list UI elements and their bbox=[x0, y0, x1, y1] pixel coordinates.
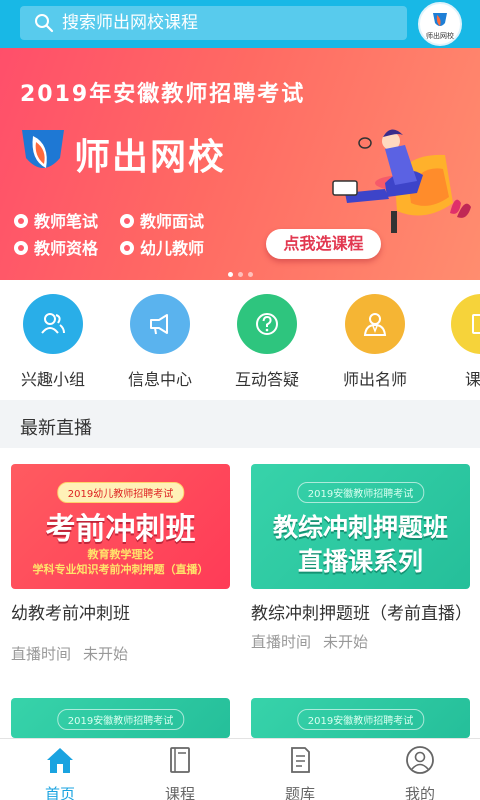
course-thumbnail: 2019安徽教师招聘考试 bbox=[11, 698, 230, 738]
category-label: 互动答疑 bbox=[234, 370, 299, 389]
banner-brand: 师出网校 bbox=[74, 137, 227, 178]
course-thumbnail: 2019幼儿教师招聘考试 考前冲刺班 教育教学理论 学科专业知识考前冲刺押题（直… bbox=[11, 464, 230, 589]
category-label: 信息中心 bbox=[127, 370, 192, 389]
nav-profile[interactable]: 我的 bbox=[360, 745, 480, 800]
category-row: 兴趣小组 信息中心 互动答疑 师出名师 课 bbox=[0, 280, 480, 398]
course-card[interactable]: 2019幼儿教师招聘考试 考前冲刺班 教育教学理论 学科专业知识考前冲刺押题（直… bbox=[11, 464, 230, 664]
home-icon bbox=[47, 748, 73, 773]
thumb-headline-2: 直播课系列 bbox=[297, 547, 423, 576]
thumb-line: 教育教学理论 bbox=[87, 548, 154, 561]
banner-tag: 教师资格 bbox=[14, 235, 98, 259]
school-logo-icon bbox=[22, 130, 64, 168]
nav-label: 课程 bbox=[164, 785, 195, 800]
app-screen: 搜索师出网校课程 师出网校 2019年安徽教师招聘考试 师出网校 教师笔试 教师… bbox=[0, 0, 480, 800]
category-info-center[interactable]: 信息中心 bbox=[115, 294, 205, 390]
avatar[interactable]: 师出网校 bbox=[418, 2, 462, 46]
banner-pager bbox=[228, 262, 258, 280]
thumb-headline: 教综冲刺押题班 bbox=[272, 513, 448, 542]
course-card[interactable]: 2019安徽教师招聘考试 bbox=[11, 698, 230, 738]
reading-person-illustration bbox=[332, 129, 471, 233]
course-meta: 直播时间 未开始 bbox=[251, 631, 470, 652]
category-famous-teacher[interactable]: 师出名师 bbox=[330, 294, 420, 390]
course-card[interactable]: 2019安徽教师招聘考试 bbox=[251, 698, 470, 738]
live-course-list: 2019幼儿教师招聘考试 考前冲刺班 教育教学理论 学科专业知识考前冲刺押题（直… bbox=[0, 448, 480, 738]
thumb-headline: 考前冲刺班 bbox=[45, 512, 196, 547]
category-label: 师出名师 bbox=[342, 370, 407, 389]
school-logo-icon bbox=[433, 13, 447, 26]
question-icon bbox=[256, 313, 278, 335]
course-thumbnail: 2019安徽教师招聘考试 bbox=[251, 698, 470, 738]
section-header: 最新直播 bbox=[0, 400, 480, 448]
thumb-subtitle: 2019安徽教师招聘考试 bbox=[56, 709, 185, 730]
category-qa[interactable]: 互动答疑 bbox=[222, 294, 312, 390]
course-book-icon bbox=[170, 747, 190, 773]
thumb-subtitle: 2019安徽教师招聘考试 bbox=[296, 709, 425, 730]
thumb-subtitle: 2019幼儿教师招聘考试 bbox=[56, 482, 185, 503]
course-meta: 直播时间 未开始 bbox=[11, 643, 230, 664]
pager-dot bbox=[238, 272, 243, 277]
live-time-label: 直播时间 bbox=[251, 633, 312, 651]
pager-dot bbox=[228, 272, 233, 277]
nav-home[interactable]: 首页 bbox=[0, 745, 120, 800]
course-thumbnail: 2019安徽教师招聘考试 教综冲刺押题班 直播课系列 bbox=[251, 464, 470, 589]
promo-banner[interactable]: 2019年安徽教师招聘考试 师出网校 教师笔试 教师面试 教师资格 幼儿教师 点… bbox=[0, 48, 480, 280]
course-card[interactable]: 2019安徽教师招聘考试 教综冲刺押题班 直播课系列 教综冲刺押题班（考前直播）… bbox=[251, 464, 472, 652]
banner-tag: 教师笔试 bbox=[14, 208, 98, 232]
group-icon bbox=[41, 313, 65, 334]
nav-label: 题库 bbox=[284, 785, 315, 800]
live-status: 未开始 bbox=[83, 645, 129, 663]
search-icon bbox=[35, 14, 54, 33]
category-interest-group[interactable]: 兴趣小组 bbox=[8, 294, 98, 390]
category-label: 课程 bbox=[464, 370, 480, 389]
nav-label: 我的 bbox=[404, 785, 435, 800]
category-label: 兴趣小组 bbox=[20, 370, 85, 389]
avatar-label: 师出网校 bbox=[426, 32, 454, 40]
pager-dot bbox=[248, 272, 253, 277]
search-bar[interactable]: 搜索师出网校课程 bbox=[20, 6, 407, 40]
megaphone-icon bbox=[150, 314, 168, 335]
question-bank-icon bbox=[291, 747, 310, 773]
course-title: 幼教考前冲刺班 bbox=[11, 604, 130, 624]
section-title: 最新直播 bbox=[20, 418, 92, 439]
bottom-nav: 首页 课程 题库 我的 bbox=[0, 738, 480, 800]
nav-label: 首页 bbox=[44, 785, 75, 800]
top-bar: 搜索师出网校课程 师出网校 bbox=[0, 0, 480, 48]
banner-tag: 教师面试 bbox=[120, 208, 204, 232]
live-status: 未开始 bbox=[323, 633, 369, 651]
nav-question-bank[interactable]: 题库 bbox=[240, 745, 360, 800]
live-time-label: 直播时间 bbox=[11, 645, 72, 663]
thumb-subtitle: 2019安徽教师招聘考试 bbox=[296, 482, 425, 503]
teacher-icon bbox=[363, 313, 387, 336]
search-placeholder: 搜索师出网校课程 bbox=[62, 13, 198, 33]
course-title: 教综冲刺押题班（考前直播） bbox=[251, 604, 472, 624]
nav-course[interactable]: 课程 bbox=[120, 745, 240, 800]
banner-title: 2019年安徽教师招聘考试 bbox=[20, 82, 306, 107]
category-course[interactable]: 课程 bbox=[436, 294, 480, 390]
banner-tag: 幼儿教师 bbox=[120, 235, 204, 259]
thumb-line: 学科专业知识考前冲刺押题（直播） bbox=[32, 563, 209, 576]
profile-icon bbox=[406, 746, 434, 774]
book-icon bbox=[472, 314, 480, 334]
